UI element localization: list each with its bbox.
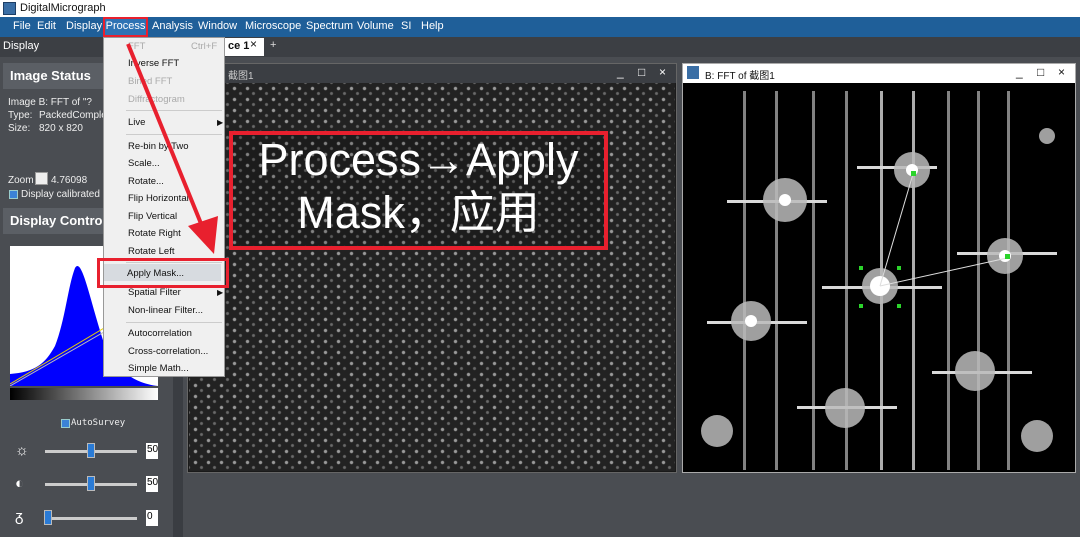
brightness-value[interactable]: 50 [146, 443, 158, 459]
menu-item-simple-math[interactable]: Simple Math... [128, 363, 189, 374]
minimize-icon[interactable]: _ [617, 65, 624, 79]
annotation-callout: Process→Apply Mask，应用 [229, 133, 608, 239]
fft-pattern[interactable] [687, 86, 1073, 470]
image-name: Image B: FFT of "? [8, 97, 92, 108]
zoom-stepper[interactable] [35, 172, 48, 185]
type-label: Type: [8, 110, 33, 121]
close-icon[interactable]: × [659, 65, 666, 79]
tab-document[interactable]: ce 1 [224, 38, 264, 56]
menu-spectrum[interactable]: Spectrum [306, 20, 353, 32]
menu-si[interactable]: SI [401, 20, 411, 32]
title-bar: DigitalMicrograph [0, 0, 1080, 17]
calibrated-checkbox[interactable] [9, 190, 18, 199]
window-b-title-bar[interactable]: B: FFT of 截图1 _ □ × [683, 64, 1075, 83]
window-a-title: 截图1 [228, 71, 254, 82]
zoom-label: Zoom [8, 175, 34, 186]
image-window-a[interactable]: 截图1 _ □ × [187, 63, 677, 473]
app-logo-icon [3, 2, 16, 15]
menu-file[interactable]: File [13, 20, 31, 32]
window-a-title-bar[interactable]: 截图1 _ □ × [188, 64, 676, 83]
size-label: Size: [8, 123, 31, 134]
display-label: Display [3, 40, 40, 52]
gamma-slider[interactable] [45, 517, 137, 520]
calibrated-label: Display calibrated u [21, 189, 109, 200]
menu-item-cross-correlation[interactable]: Cross-correlation... [128, 346, 208, 357]
contrast-value[interactable]: 50 [146, 476, 158, 492]
tab-close-icon[interactable]: × [250, 37, 257, 51]
menu-separator [126, 322, 222, 323]
menu-edit[interactable]: Edit [37, 20, 56, 32]
type-value: PackedComplex [39, 110, 112, 121]
size-value: 820 x 820 [39, 123, 83, 134]
brightness-slider-knob[interactable] [87, 443, 95, 458]
menu-volume[interactable]: Volume [357, 20, 394, 32]
menu-item-nonlinear-filter[interactable]: Non-linear Filter... [128, 305, 203, 316]
window-icon [687, 66, 699, 79]
menu-item-spatial-filter[interactable]: Spatial Filter [128, 287, 181, 298]
window-b-title: B: FFT of 截图1 [705, 71, 775, 82]
brightness-icon: ☼ [15, 442, 29, 459]
tab-add-icon[interactable]: + [270, 39, 276, 51]
gamma-icon: ᵹ [15, 508, 24, 525]
minimize-icon[interactable]: _ [1016, 65, 1023, 79]
maximize-icon[interactable]: □ [1037, 65, 1044, 79]
autosurvey-checkbox[interactable] [61, 419, 70, 428]
close-icon[interactable]: × [1058, 65, 1065, 79]
gamma-value[interactable]: 0 [146, 510, 158, 526]
contrast-slider-knob[interactable] [87, 476, 95, 491]
menu-item-autocorrelation[interactable]: Autocorrelation [128, 328, 192, 339]
menu-microscope[interactable]: Microscope [245, 20, 301, 32]
submenu-arrow-icon: ▶ [217, 288, 224, 297]
menu-display[interactable]: Display [66, 20, 102, 32]
maximize-icon[interactable]: □ [638, 65, 645, 79]
annotation-arrow [126, 43, 218, 254]
annotation-line-2: Mask，应用 [297, 187, 540, 238]
fft-window-b[interactable]: B: FFT of 截图1 _ □ × [682, 63, 1076, 473]
menu-help[interactable]: Help [421, 20, 444, 32]
grayscale-bar [10, 388, 158, 400]
annotation-line-1: Process→Apply [258, 134, 579, 185]
autosurvey-label: AutoSurvey [71, 418, 126, 428]
gamma-slider-knob[interactable] [44, 510, 52, 525]
zoom-value: 4.76098 [51, 175, 88, 186]
app-title: DigitalMicrograph [20, 2, 106, 14]
contrast-icon: ◐ [15, 475, 25, 492]
